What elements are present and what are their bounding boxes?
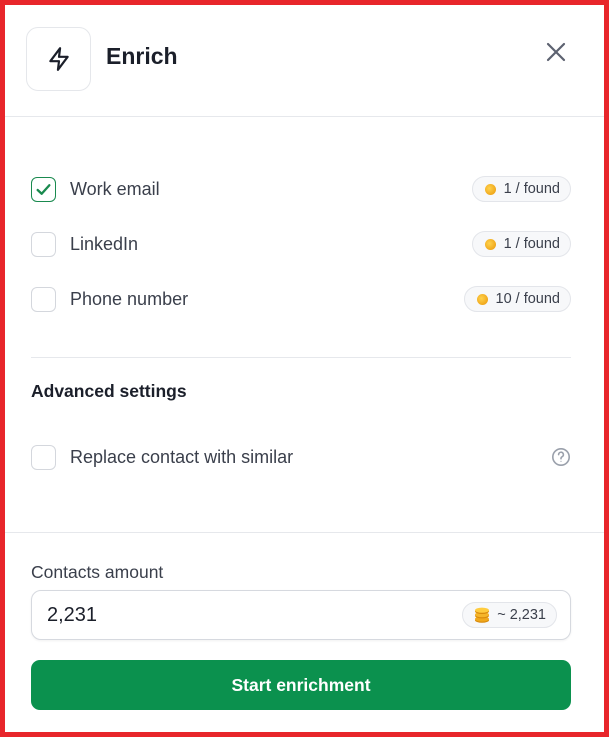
coin-icon <box>476 293 488 305</box>
linkedin-label: LinkedIn <box>70 233 139 254</box>
linkedin-checkbox[interactable] <box>31 231 56 257</box>
option-replace-contact[interactable]: Replace contact with similar <box>31 440 571 474</box>
options-divider <box>31 357 571 358</box>
work-email-cost-badge: 1 / found <box>471 176 571 202</box>
coin-icon <box>484 183 496 195</box>
enrich-panel: Enrich Work email 1 / found LinkedIn 1 /… <box>0 0 609 737</box>
option-work-email[interactable]: Work email 1 / found <box>31 172 571 206</box>
question-circle-icon[interactable] <box>551 447 571 467</box>
start-enrichment-button[interactable]: Start enrichment <box>31 660 571 710</box>
linkedin-cost-badge: 1 / found <box>471 231 571 257</box>
checkmark-icon <box>36 183 51 195</box>
close-icon <box>546 42 566 62</box>
contacts-amount-input[interactable] <box>47 602 427 628</box>
panel-title: Enrich <box>106 43 178 69</box>
advanced-settings-title: Advanced settings <box>31 381 187 401</box>
advanced-divider <box>5 532 604 533</box>
panel-header: Enrich <box>5 5 604 117</box>
option-linkedin[interactable]: LinkedIn 1 / found <box>31 227 571 261</box>
close-button[interactable] <box>541 37 571 67</box>
phone-number-cost-badge: 10 / found <box>463 286 571 312</box>
contacts-estimate-badge: ~ 2,231 <box>462 602 557 628</box>
option-phone-number[interactable]: Phone number 10 / found <box>31 282 571 316</box>
phone-number-cost: 10 / found <box>495 291 561 307</box>
coin-icon <box>484 238 496 250</box>
replace-contact-label: Replace contact with similar <box>70 446 294 467</box>
contacts-estimate: ~ 2,231 <box>497 607 546 623</box>
coins-stack-icon <box>475 607 490 623</box>
work-email-checkbox[interactable] <box>31 176 56 202</box>
work-email-label: Work email <box>70 178 160 199</box>
work-email-cost: 1 / found <box>503 181 560 197</box>
header-divider <box>5 116 604 117</box>
contacts-amount-label: Contacts amount <box>31 562 164 582</box>
linkedin-cost: 1 / found <box>503 236 560 252</box>
phone-number-checkbox[interactable] <box>31 286 56 312</box>
contacts-amount-field[interactable]: ~ 2,231 <box>31 590 571 640</box>
phone-number-label: Phone number <box>70 288 189 309</box>
replace-contact-checkbox[interactable] <box>31 444 56 470</box>
lightning-bolt-icon <box>26 27 91 91</box>
